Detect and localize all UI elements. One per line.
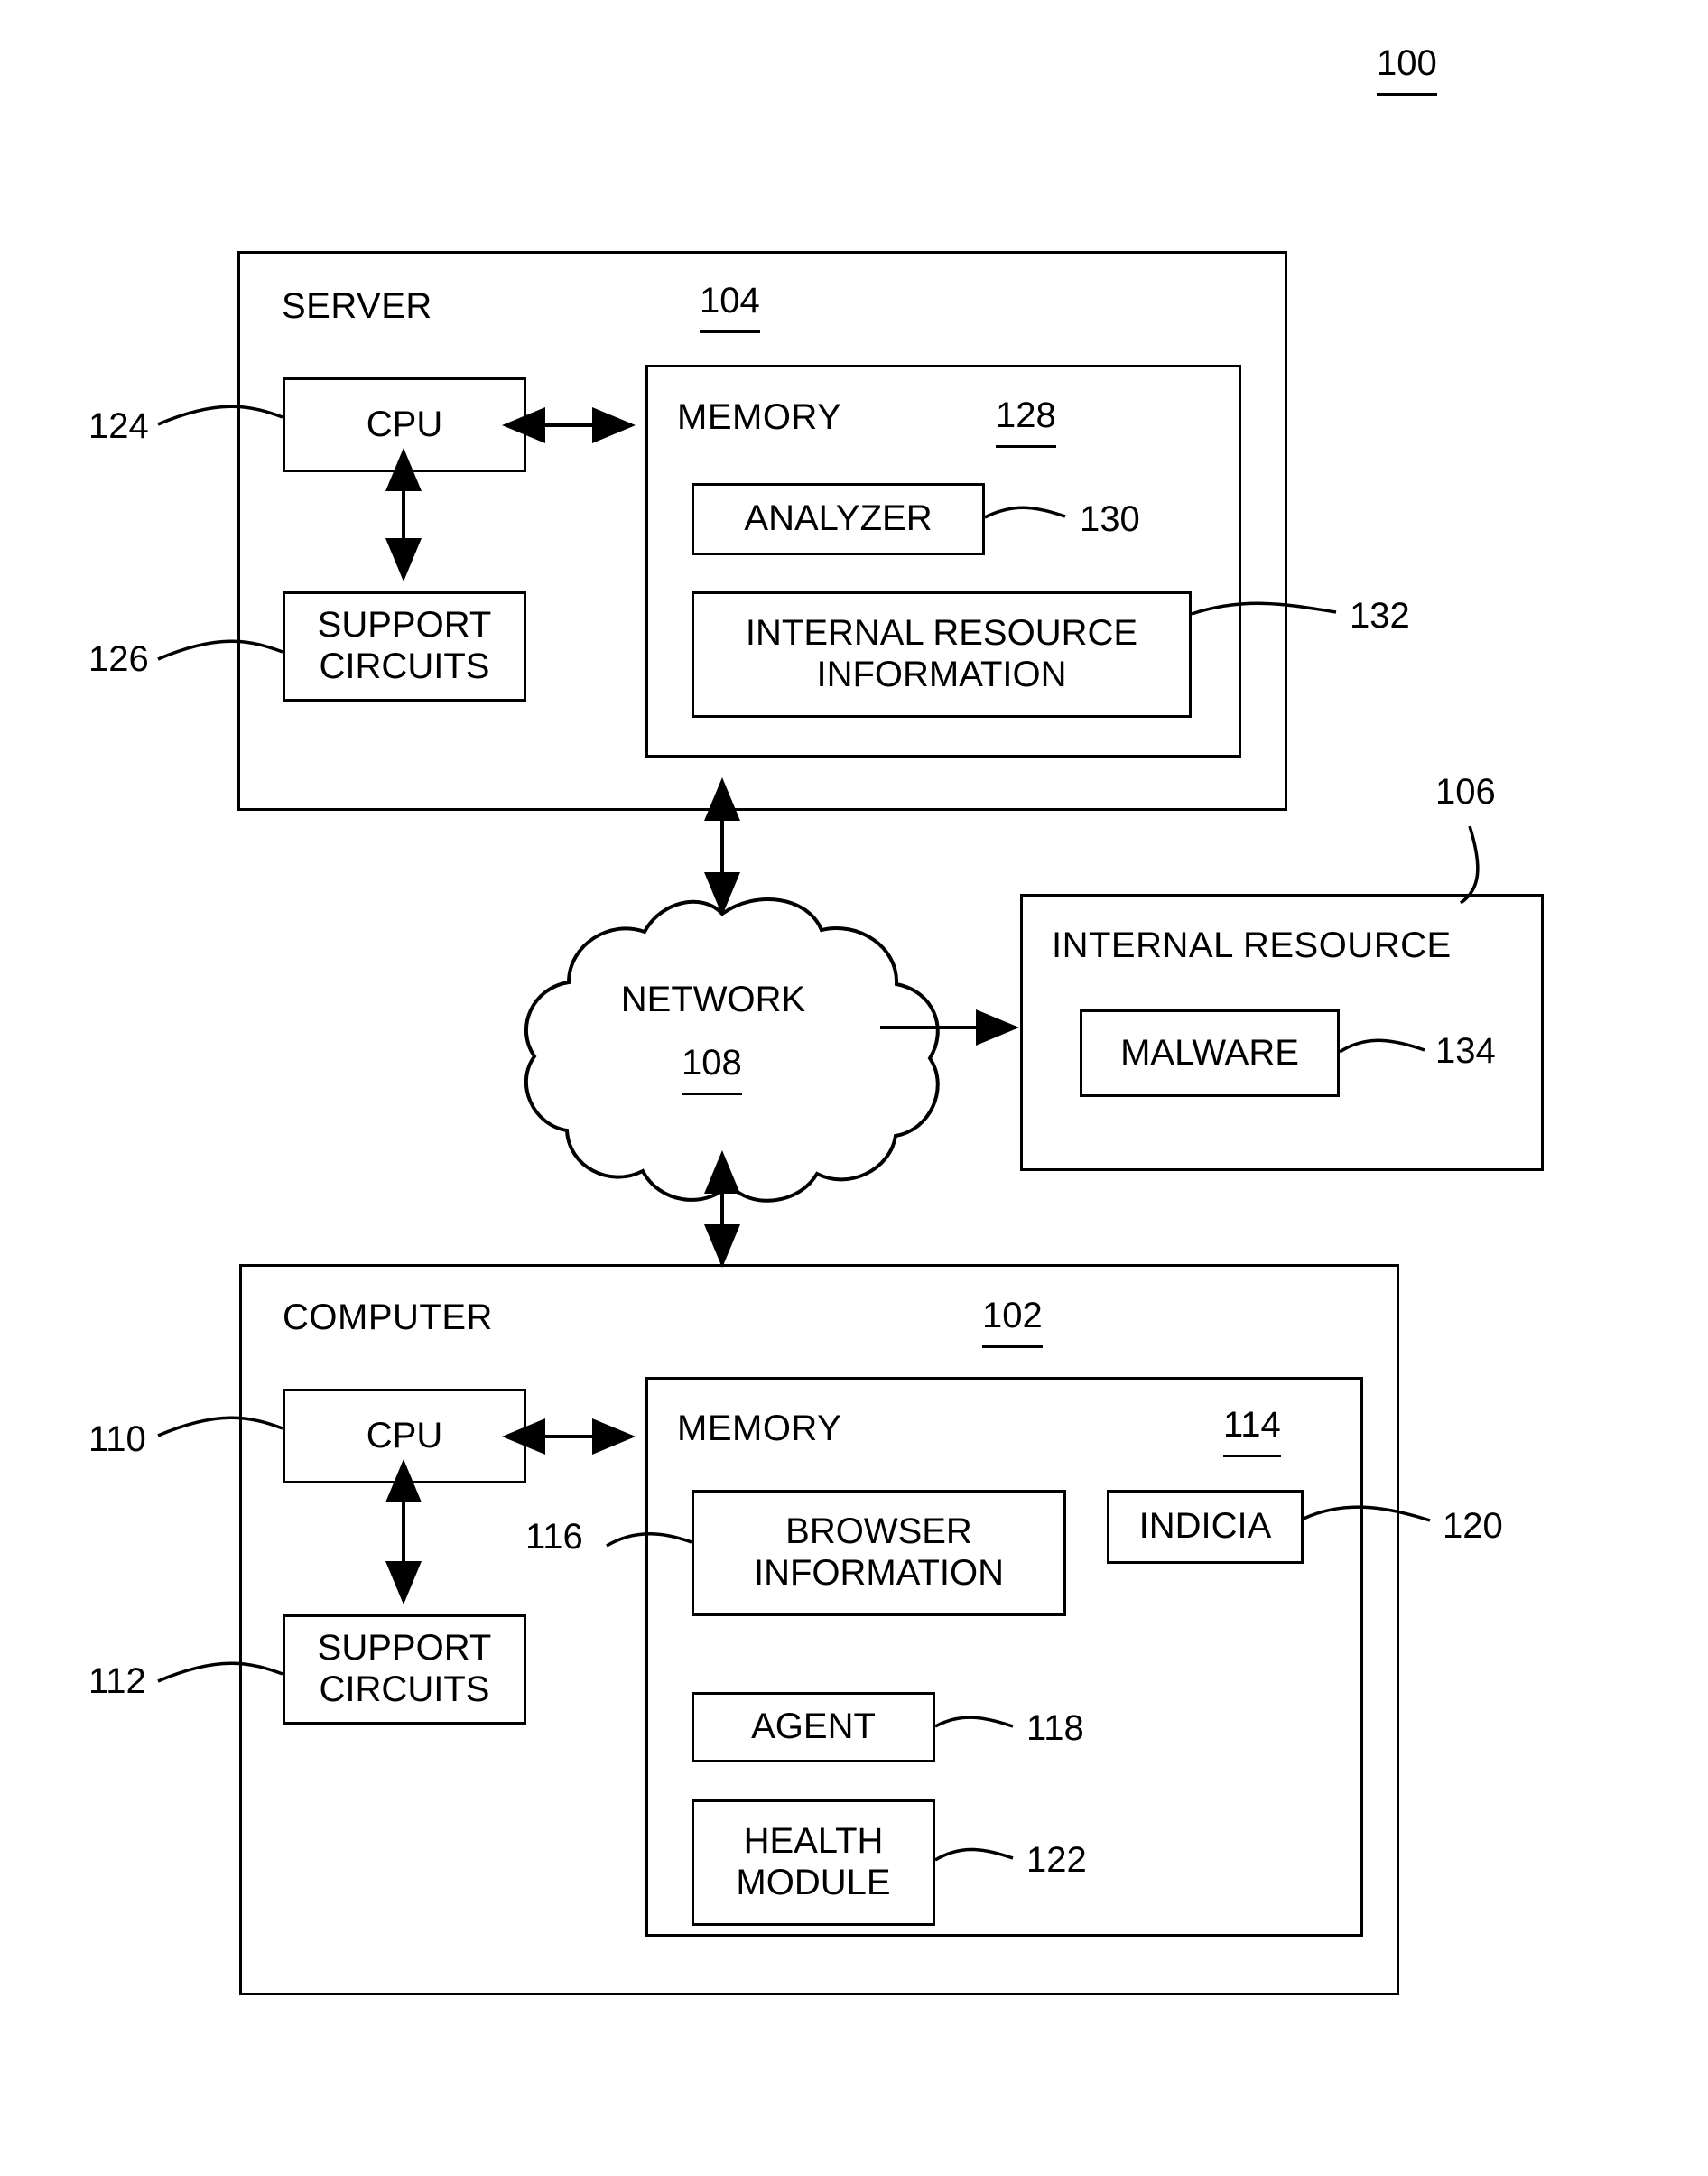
- server-support-circuits-reference-number: 126: [88, 639, 149, 679]
- server-title: SERVER: [282, 286, 432, 326]
- internal-resource-title: INTERNAL RESOURCE: [1052, 925, 1452, 965]
- indicia-label: INDICIA: [1138, 1506, 1272, 1547]
- internal-resource-information-reference-number: 132: [1350, 596, 1410, 636]
- analyzer-reference-number: 130: [1080, 499, 1140, 539]
- server-cpu-reference-number: 124: [88, 406, 149, 446]
- computer-title: COMPUTER: [283, 1297, 493, 1337]
- computer-memory-label: MEMORY: [677, 1409, 842, 1448]
- network-label: NETWORK: [620, 980, 806, 1019]
- browser-information-reference-number: 116: [525, 1517, 583, 1557]
- server-cpu-label: CPU: [366, 404, 443, 444]
- server-support-circuits-label: SUPPORT CIRCUITS: [317, 605, 492, 686]
- agent-label: AGENT: [751, 1706, 876, 1747]
- health-module-label: HEALTH MODULE: [736, 1821, 891, 1902]
- computer-support-circuits-reference-number: 112: [88, 1661, 146, 1701]
- leader-106: [1459, 825, 1480, 905]
- health-module-reference-number: 122: [1026, 1840, 1087, 1880]
- figure-reference-number: 100: [1377, 43, 1437, 96]
- analyzer-label: ANALYZER: [744, 498, 933, 539]
- agent-reference-number: 118: [1026, 1708, 1084, 1748]
- computer-cpu-reference-number: 110: [88, 1419, 146, 1459]
- server-memory-reference-number: 128: [996, 395, 1056, 448]
- malware-reference-number: 134: [1435, 1031, 1496, 1071]
- browser-information-label: BROWSER INFORMATION: [753, 1511, 1004, 1593]
- patent-figure: 100 SERVER 104 CPU 124 SUPPORT CIRCUITS …: [0, 0, 1708, 2176]
- network-reference-number: 108: [682, 1043, 742, 1095]
- computer-reference-number: 102: [982, 1296, 1043, 1348]
- internal-resource-information-label: INTERNAL RESOURCE INFORMATION: [745, 613, 1138, 694]
- computer-cpu-label: CPU: [366, 1415, 443, 1455]
- server-memory-label: MEMORY: [677, 397, 842, 437]
- internal-resource-reference-number: 106: [1435, 772, 1496, 812]
- malware-label: MALWARE: [1120, 1032, 1299, 1073]
- computer-memory-reference-number: 114: [1223, 1405, 1281, 1457]
- computer-support-circuits-label: SUPPORT CIRCUITS: [317, 1628, 492, 1709]
- server-reference-number: 104: [700, 281, 760, 333]
- indicia-reference-number: 120: [1443, 1506, 1503, 1546]
